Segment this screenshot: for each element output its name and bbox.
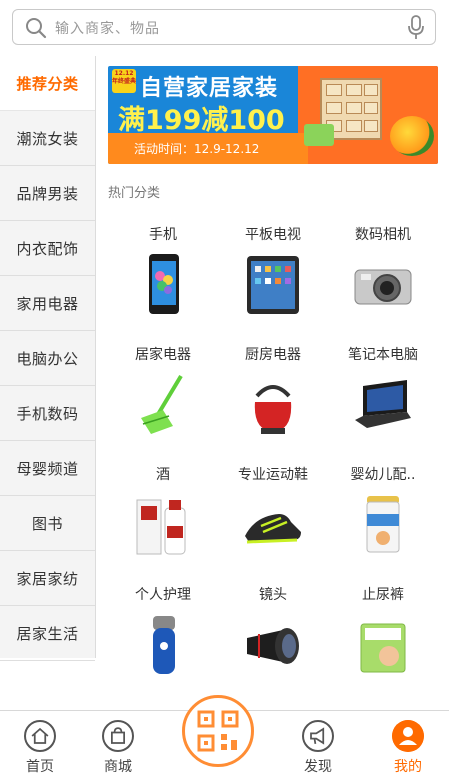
category-label: 居家电器 bbox=[135, 347, 191, 363]
tablet-icon bbox=[247, 256, 299, 314]
category-label: 厨房电器 bbox=[245, 347, 301, 363]
diaper-icon bbox=[360, 623, 406, 673]
flower-image bbox=[390, 116, 434, 156]
category-camera[interactable]: 数码相机 bbox=[328, 218, 438, 338]
sidebar-item-appliances[interactable]: 家用电器 bbox=[0, 276, 95, 331]
phone-icon bbox=[149, 254, 179, 314]
sidebar-item-label: 居家生活 bbox=[16, 624, 79, 643]
search-icon bbox=[26, 18, 47, 39]
sidebar-item-label: 图书 bbox=[31, 514, 63, 533]
main-content: 12.12 年终盛典 自营家居家装 满199减100 活动时间：12.9-12.… bbox=[96, 56, 449, 710]
bottom-tab-bar: 首页 商城 发现 我的 bbox=[0, 695, 449, 777]
promo-banner[interactable]: 12.12 年终盛典 自营家居家装 满199减100 活动时间：12.9-12.… bbox=[108, 66, 438, 164]
category-label: 笔记本电脑 bbox=[348, 347, 418, 363]
category-phone[interactable]: 手机 bbox=[108, 218, 218, 338]
lens-icon bbox=[247, 628, 299, 664]
category-label: 专业运动鞋 bbox=[238, 467, 308, 483]
laptop-icon bbox=[355, 380, 411, 428]
category-tv-tablet[interactable]: 平板电视 bbox=[218, 218, 328, 338]
formula-can-icon bbox=[366, 496, 400, 553]
sidebar-item-label: 内衣配饰 bbox=[16, 239, 79, 258]
tab-discover[interactable]: 发现 bbox=[278, 711, 358, 777]
banner-date: 活动时间：12.9-12.12 bbox=[134, 142, 260, 156]
search-placeholder: 输入商家、物品 bbox=[55, 21, 160, 37]
banner-subtitle: 满199减100 bbox=[118, 105, 285, 136]
category-personal-care[interactable]: 个人护理 bbox=[108, 578, 218, 698]
category-liquor[interactable]: 酒 bbox=[108, 458, 218, 578]
tab-label: 我的 bbox=[394, 759, 422, 775]
top-bar: 输入商家、物品 bbox=[0, 0, 449, 56]
home-icon bbox=[24, 720, 56, 752]
sidebar-item-label: 家用电器 bbox=[16, 294, 79, 313]
sidebar-item-label: 家居家纺 bbox=[16, 569, 79, 588]
broom-icon bbox=[141, 374, 183, 434]
category-label: 婴幼儿配.. bbox=[350, 467, 416, 483]
category-sport-shoes[interactable]: 专业运动鞋 bbox=[218, 458, 328, 578]
sidebar-item-label: 电脑办公 bbox=[16, 349, 79, 368]
category-label: 数码相机 bbox=[355, 227, 411, 243]
banner-event-badge: 12.12 年终盛典 bbox=[112, 69, 136, 93]
shopping-bag-icon bbox=[102, 720, 134, 752]
sidebar-item-mother-baby[interactable]: 母婴频道 bbox=[0, 441, 95, 496]
category-kitchen[interactable]: 厨房电器 bbox=[218, 338, 328, 458]
qr-scan-icon bbox=[197, 710, 239, 752]
category-label: 镜头 bbox=[259, 587, 287, 603]
sneaker-icon bbox=[245, 514, 301, 544]
microphone-icon[interactable] bbox=[407, 15, 425, 41]
category-label: 手机 bbox=[149, 227, 177, 243]
tab-label: 首页 bbox=[26, 759, 54, 775]
sidebar-item-recommended[interactable]: 推荐分类 bbox=[0, 56, 95, 111]
sidebar-item-mens-brands[interactable]: 品牌男装 bbox=[0, 166, 95, 221]
sidebar-item-books[interactable]: 图书 bbox=[0, 496, 95, 551]
sidebar-item-label: 品牌男装 bbox=[16, 184, 79, 203]
tab-mall[interactable]: 商城 bbox=[78, 711, 158, 777]
sidebar-item-label: 推荐分类 bbox=[16, 74, 79, 93]
kettle-icon bbox=[254, 385, 292, 434]
shaver-icon bbox=[153, 616, 175, 674]
category-home-appliance[interactable]: 居家电器 bbox=[108, 338, 218, 458]
sidebar-item-computers[interactable]: 电脑办公 bbox=[0, 331, 95, 386]
hot-categories-title: 热门分类 bbox=[108, 186, 161, 201]
sidebar-item-label: 潮流女装 bbox=[16, 129, 79, 148]
tab-mine[interactable]: 我的 bbox=[368, 711, 448, 777]
category-label: 平板电视 bbox=[245, 227, 301, 243]
megaphone-icon bbox=[302, 720, 334, 752]
tab-label: 商城 bbox=[104, 759, 132, 775]
category-label: 个人护理 bbox=[135, 587, 191, 603]
category-laptop[interactable]: 笔记本电脑 bbox=[328, 338, 438, 458]
category-baby-formula[interactable]: 婴幼儿配.. bbox=[328, 458, 438, 578]
category-lens[interactable]: 镜头 bbox=[218, 578, 328, 698]
category-label: 酒 bbox=[156, 467, 170, 483]
category-sidebar: 推荐分类 潮流女装 品牌男装 内衣配饰 家用电器 电脑办公 手机数码 母婴频道 … bbox=[0, 56, 96, 661]
category-label: 止尿裤 bbox=[362, 587, 404, 603]
qr-scan-button[interactable] bbox=[182, 695, 254, 767]
sidebar-item-womens-fashion[interactable]: 潮流女装 bbox=[0, 111, 95, 166]
sidebar-item-label: 母婴频道 bbox=[16, 459, 79, 478]
camera-icon bbox=[354, 269, 412, 305]
user-icon bbox=[392, 720, 424, 752]
search-input[interactable]: 输入商家、物品 bbox=[12, 9, 436, 45]
tab-label: 发现 bbox=[304, 759, 332, 775]
tab-home[interactable]: 首页 bbox=[0, 711, 80, 777]
liquor-icon bbox=[136, 499, 186, 555]
sidebar-item-underwear[interactable]: 内衣配饰 bbox=[0, 221, 95, 276]
category-diapers[interactable]: 止尿裤 bbox=[328, 578, 438, 698]
sidebar-item-mobile-digital[interactable]: 手机数码 bbox=[0, 386, 95, 441]
basket-image bbox=[304, 124, 334, 146]
sidebar-item-home-textiles[interactable]: 家居家纺 bbox=[0, 551, 95, 606]
sidebar-item-home-living[interactable]: 居家生活 bbox=[0, 606, 95, 661]
sidebar-item-label: 手机数码 bbox=[16, 404, 79, 423]
